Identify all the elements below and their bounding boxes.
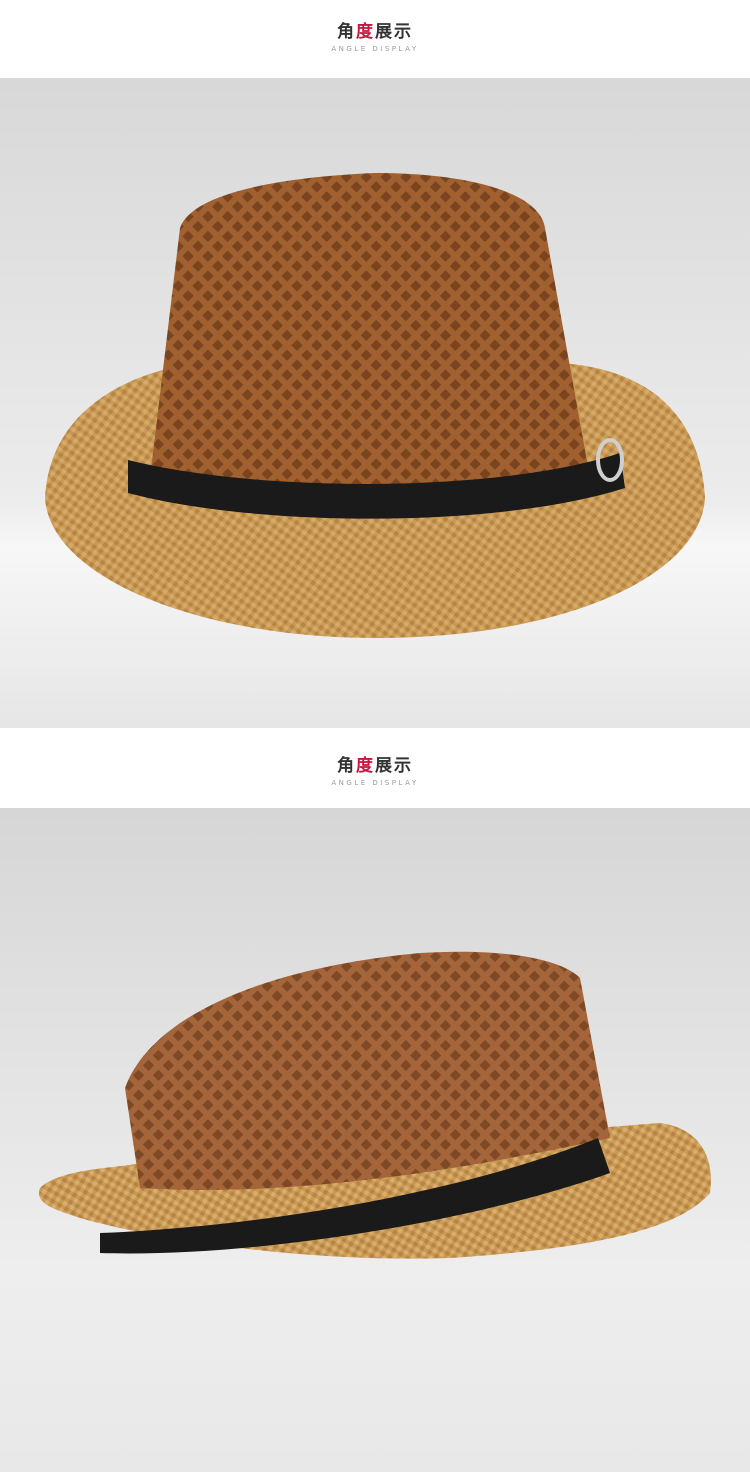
title-char: 角 [337, 756, 356, 776]
title-chars: 展示 [375, 22, 413, 42]
front-view-hat-photo [0, 78, 750, 728]
side-view-hat-photo [0, 808, 750, 1472]
title-accent-char: 度 [356, 756, 375, 776]
title-accent-char: 度 [356, 22, 375, 42]
section-1-subtitle: ANGLE DISPLAY [331, 45, 419, 53]
section-2-subtitle: ANGLE DISPLAY [331, 779, 419, 787]
title-char: 角 [337, 22, 356, 42]
section-1-header: 角度展示 ANGLE DISPLAY [0, 22, 750, 53]
title-chars: 展示 [375, 756, 413, 776]
section-1-title: 角度展示 [0, 22, 750, 42]
section-2-header: 角度展示 ANGLE DISPLAY [0, 756, 750, 787]
section-2-title: 角度展示 [0, 756, 750, 776]
